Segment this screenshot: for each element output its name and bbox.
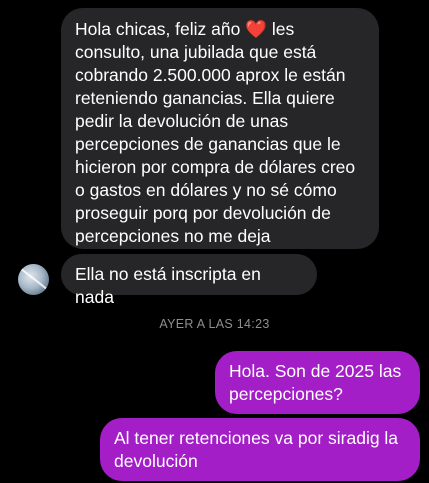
message-text: Al tener retenciones va por siradig la d… [114, 428, 399, 471]
message-text: les consulto, una jubilada que está cobr… [75, 19, 356, 246]
heart-emoji-icon: ❤️ [245, 19, 268, 39]
message-bubble-outgoing[interactable]: Hola. Son de 2025 las percepciones? [215, 351, 420, 414]
message-bubble-incoming[interactable]: Hola chicas, feliz año ❤️ les consulto, … [61, 8, 379, 249]
avatar-image [18, 265, 49, 293]
message-text: Ella no está inscripta en nada [75, 264, 261, 307]
avatar[interactable] [18, 264, 49, 295]
message-timestamp: AYER A LAS 14:23 [159, 317, 270, 331]
message-bubble-incoming[interactable]: Ella no está inscripta en nada [61, 254, 317, 307]
message-text: Hola chicas, feliz año [75, 19, 246, 39]
message-text: Hola. Son de 2025 las percepciones? [229, 361, 402, 404]
message-bubble-outgoing[interactable]: Al tener retenciones va por siradig la d… [100, 418, 420, 481]
